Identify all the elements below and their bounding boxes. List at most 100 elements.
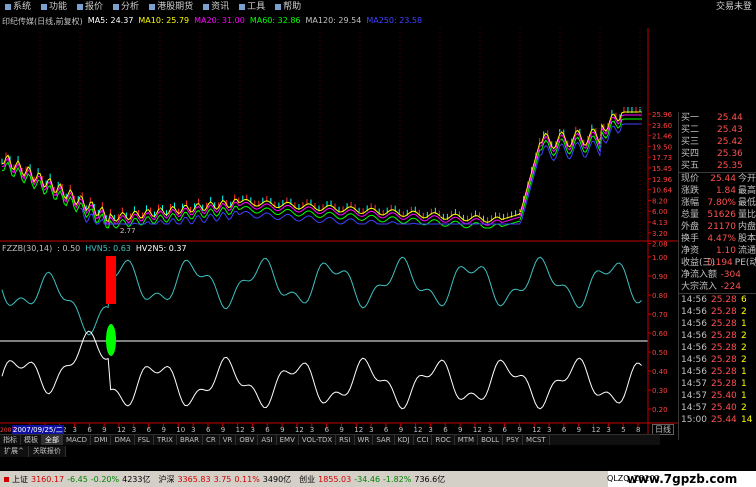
oscillator-panel[interactable] xyxy=(0,256,648,410)
bid-row[interactable]: 买一 25.44 xyxy=(679,112,756,124)
tick-row: 14:56 25.28 2 xyxy=(679,342,756,354)
indicator-tab[interactable]: RSI xyxy=(336,435,355,445)
bid-row[interactable]: 买四 25.36 xyxy=(679,148,756,160)
menu-help[interactable]: 帮助 xyxy=(270,0,306,14)
indicator-tab[interactable]: PSY xyxy=(503,435,524,445)
menu-function[interactable]: 功能 xyxy=(36,0,72,14)
related-quote-tab[interactable]: 关联报价 xyxy=(29,446,66,457)
stat-value: 25.44 xyxy=(710,174,736,184)
tick-volume: 1 xyxy=(741,379,747,389)
quote-panel: 买一 25.44 买二 25.43 买三 25.42 买四 25.36 买五 25.35 现价 25… xyxy=(678,112,756,440)
tick-volume: 2 xyxy=(741,403,747,413)
tick-volume: 1 xyxy=(741,319,747,329)
tick-price: 25.44 xyxy=(711,415,737,425)
indicator-tab[interactable]: WR xyxy=(355,435,374,445)
indicator-tab[interactable]: DMI xyxy=(91,435,112,445)
indicator-tab[interactable]: CCI xyxy=(414,435,433,445)
indicator-tab[interactable]: DMA xyxy=(111,435,135,445)
tick-volume: 1 xyxy=(741,391,747,401)
tick-time: 14:56 xyxy=(681,367,707,377)
menu-icon xyxy=(149,3,156,10)
indicator-tab[interactable]: TRIX xyxy=(154,435,177,445)
stat-value: 1.10 xyxy=(715,246,736,256)
bid-row[interactable]: 买五 25.35 xyxy=(679,160,756,172)
trade-login-label[interactable]: 交易未登 xyxy=(716,0,752,14)
indicator-tab[interactable]: KDJ xyxy=(395,435,414,445)
index-price: 3160.17 xyxy=(31,474,65,484)
bid-price: 25.43 xyxy=(717,125,743,135)
date-tick-label: 9 xyxy=(517,426,521,434)
menu-icon xyxy=(203,3,210,10)
indicator-tab[interactable]: VR xyxy=(220,435,237,445)
stat-tail xyxy=(741,281,743,293)
index-chinext[interactable]: 创业 1855.03 -34.46 -1.82% 736.6亿 xyxy=(295,474,449,485)
indicator-tab[interactable]: VOL-TDX xyxy=(299,435,337,445)
hv2n5-line xyxy=(1,330,642,410)
indicator-tab[interactable]: 指标 xyxy=(0,435,21,445)
stat-value: 0.194 xyxy=(707,258,733,268)
index-volume: 3490亿 xyxy=(262,474,292,484)
tick-volume: 2 xyxy=(741,343,747,353)
osc-tick-label: 0.40 xyxy=(652,368,668,376)
ma10-line xyxy=(1,111,642,223)
stat-label: 换手 xyxy=(681,234,700,244)
indicator-tab[interactable]: FSL xyxy=(135,435,154,445)
indicator-tab[interactable]: CR xyxy=(203,435,220,445)
indicator-tab[interactable]: ASI xyxy=(258,435,277,445)
indicator-tabs: 指标 模板 全部 MACD DMI DMA FSL TRIX BRAR CR VR OBV ASI EMV… xyxy=(0,434,660,445)
date-tick-label: 3 xyxy=(428,426,432,434)
index-hs[interactable]: 沪深 3365.83 3.75 0.11% 3490亿 xyxy=(154,474,295,485)
tick-price: 25.28 xyxy=(711,295,737,305)
tick-time: 14:56 xyxy=(681,319,707,329)
low-price-annotation: 2.77 xyxy=(120,227,136,235)
price-tick-label: 17.73 xyxy=(652,154,672,162)
index-name: 沪深 xyxy=(158,474,175,484)
stat-tail: 股本 xyxy=(737,234,756,244)
menu-news[interactable]: 资讯 xyxy=(198,0,234,14)
tick-price: 25.28 xyxy=(711,307,737,317)
date-tick-label: 12 xyxy=(295,426,304,434)
indicator-tab[interactable]: SAR xyxy=(373,435,395,445)
stat-value: 51626 xyxy=(707,210,736,220)
expand-tab[interactable]: 扩展^ xyxy=(0,446,29,457)
indicator-tab[interactable]: 全部 xyxy=(42,435,63,445)
menu-icon xyxy=(239,3,246,10)
stat-label: 外盘 xyxy=(681,222,700,232)
bid-price: 25.36 xyxy=(717,149,743,159)
chart-canvas[interactable]: 2.77 25.96 23.60 21.46 19.50 17.73 15.45 12.96… xyxy=(0,28,678,434)
menu-analysis[interactable]: 分析 xyxy=(108,0,144,14)
index-percent: 0.11% xyxy=(234,474,260,484)
stat-value: -224 xyxy=(720,282,741,292)
stat-row: 净资 1.10 流通 xyxy=(679,245,756,257)
tick-row: 14:56 25.28 2 xyxy=(679,354,756,366)
indicator-tab[interactable]: MACD xyxy=(63,435,91,445)
bid-row[interactable]: 买三 25.42 xyxy=(679,136,756,148)
indicator-tab[interactable]: ROC xyxy=(432,435,455,445)
indicator-tab[interactable]: MCST xyxy=(523,435,550,445)
menu-system[interactable]: 系统 xyxy=(0,0,36,14)
menu-hk-futures[interactable]: 港股期货 xyxy=(144,0,198,14)
indicator-tab[interactable]: BRAR xyxy=(177,435,203,445)
stat-value: 1.84 xyxy=(715,186,736,196)
date-tick-label: 12 xyxy=(354,426,363,434)
indicator-tab[interactable]: EMV xyxy=(277,435,299,445)
stat-row: 涨跌 1.84 最高 xyxy=(679,185,756,197)
indicator-tab[interactable]: MTM xyxy=(455,435,479,445)
stat-row: 现价 25.44 今开 xyxy=(679,173,756,185)
stat-row: 外盘 21170 内盘 xyxy=(679,221,756,233)
bid-row[interactable]: 买二 25.43 xyxy=(679,124,756,136)
indicator-tab[interactable]: OBV xyxy=(236,435,259,445)
price-panel[interactable]: 2.77 xyxy=(1,107,642,235)
tick-time: 14:57 xyxy=(681,379,707,389)
stat-tail: 今开 xyxy=(737,174,756,184)
menu-tools[interactable]: 工具 xyxy=(234,0,270,14)
signal-bar xyxy=(106,256,116,304)
index-shanghai[interactable]: 上证 3160.17 -6.45 -0.20% 4233亿 xyxy=(0,474,154,485)
tick-row: 14:56 25.28 1 xyxy=(679,318,756,330)
menu-quote[interactable]: 报价 xyxy=(72,0,108,14)
indicator-tab[interactable]: BOLL xyxy=(478,435,504,445)
price-tick-label: 15.45 xyxy=(652,165,672,173)
indicator-tab[interactable]: 模板 xyxy=(21,435,42,445)
osc-tick-label: 0.70 xyxy=(652,311,668,319)
tick-price: 25.28 xyxy=(711,379,737,389)
